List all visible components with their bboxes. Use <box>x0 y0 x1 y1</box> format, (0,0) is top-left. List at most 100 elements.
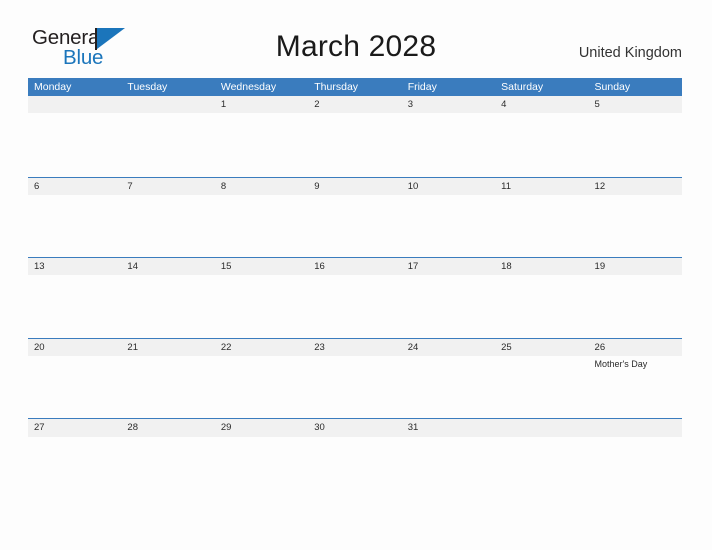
day-number: 18 <box>501 261 512 272</box>
day-number <box>501 419 588 436</box>
day-number: 23 <box>314 341 325 353</box>
day-cell[interactable]: 4 <box>495 96 588 176</box>
day-number: 16 <box>314 261 325 272</box>
day-cell[interactable] <box>121 96 214 176</box>
calendar-week-row: 27 28 29 30 31 <box>28 418 682 499</box>
weekday-header-monday: Monday <box>34 81 72 93</box>
day-cell[interactable]: 20 <box>28 339 121 419</box>
day-cell[interactable]: 22 <box>215 339 308 419</box>
day-number <box>127 96 214 113</box>
day-events <box>595 275 682 277</box>
day-cell[interactable]: 2 <box>308 96 401 176</box>
day-number <box>595 419 682 436</box>
day-cell[interactable]: 23 <box>308 339 401 419</box>
day-number: 5 <box>594 99 600 110</box>
day-cell[interactable]: 7 <box>121 178 214 258</box>
day-events <box>408 436 495 438</box>
day-number: 24 <box>407 341 419 353</box>
day-events: Mother's Day <box>595 356 682 370</box>
day-cell[interactable]: 14 <box>121 258 214 338</box>
day-events <box>221 436 308 438</box>
weekday-header-tuesday: Tuesday <box>127 81 168 93</box>
day-events <box>127 275 214 277</box>
day-number: 11 <box>501 180 511 192</box>
day-events <box>314 356 401 358</box>
day-cell[interactable]: 10 <box>402 178 495 258</box>
day-events <box>408 356 495 358</box>
day-number: 31 <box>407 422 419 433</box>
day-events <box>408 113 495 115</box>
calendar-week-row: 1 2 3 4 5 <box>28 96 682 177</box>
day-number: 7 <box>127 180 133 192</box>
day-events <box>127 113 214 115</box>
day-events <box>221 113 308 115</box>
weekday-header-friday: Friday <box>407 81 437 93</box>
calendar-page: General Blue March 2028 United Kingdom M… <box>0 0 712 550</box>
day-number: 13 <box>34 261 45 272</box>
day-cell[interactable] <box>28 96 121 176</box>
day-cell[interactable]: 5 <box>589 96 682 176</box>
day-cell[interactable]: 24 <box>402 339 495 419</box>
day-cell[interactable]: 9 <box>308 178 401 258</box>
day-events <box>314 275 401 277</box>
day-number: 21 <box>127 341 138 353</box>
day-events <box>595 436 682 438</box>
day-number: 9 <box>314 180 320 192</box>
day-events <box>127 356 214 358</box>
day-cell[interactable]: 1 <box>215 96 308 176</box>
day-events <box>408 275 495 277</box>
day-events <box>34 436 121 438</box>
day-number: 14 <box>127 261 138 272</box>
day-number <box>34 96 121 113</box>
day-events <box>221 275 308 277</box>
day-cell[interactable]: 25 <box>495 339 588 419</box>
day-number: 19 <box>594 261 606 272</box>
day-number: 22 <box>220 341 232 353</box>
day-cell[interactable]: 12 <box>589 178 682 258</box>
day-events <box>595 113 682 115</box>
holiday-label: Mother's Day <box>594 358 648 369</box>
day-number: 2 <box>314 99 320 110</box>
weekday-header-thursday: Thursday <box>314 81 359 93</box>
day-cell[interactable]: 15 <box>215 258 308 338</box>
day-cell[interactable] <box>589 419 682 499</box>
weekday-header-sunday: Sunday <box>594 81 631 93</box>
day-number: 1 <box>220 99 227 110</box>
day-number: 10 <box>407 180 419 192</box>
day-events <box>501 356 588 358</box>
day-cell[interactable]: 17 <box>402 258 495 338</box>
day-number: 15 <box>220 261 232 272</box>
weekday-header-wednesday: Wednesday <box>220 81 277 93</box>
day-cell[interactable]: 30 <box>308 419 401 499</box>
day-number: 30 <box>314 422 325 433</box>
day-cell[interactable] <box>495 419 588 499</box>
day-number: 3 <box>407 99 413 110</box>
day-cell[interactable]: 16 <box>308 258 401 338</box>
weekday-header-saturday: Saturday <box>501 81 544 93</box>
day-events <box>501 436 588 438</box>
day-cell[interactable]: 26 Mother's Day <box>589 339 682 419</box>
day-number: 26 <box>594 341 606 353</box>
region-label: United Kingdom <box>578 45 682 61</box>
day-events <box>595 195 682 197</box>
day-events <box>34 356 121 358</box>
day-cell[interactable]: 29 <box>215 419 308 499</box>
day-number: 12 <box>594 180 606 192</box>
day-cell[interactable]: 3 <box>402 96 495 176</box>
day-cell[interactable]: 21 <box>121 339 214 419</box>
day-cell[interactable]: 6 <box>28 178 121 258</box>
day-number: 8 <box>220 180 227 192</box>
day-cell[interactable]: 31 <box>402 419 495 499</box>
day-events <box>34 275 121 277</box>
day-cell[interactable]: 18 <box>495 258 588 338</box>
day-cell[interactable]: 13 <box>28 258 121 338</box>
day-events <box>501 195 588 197</box>
day-cell[interactable]: 8 <box>215 178 308 258</box>
day-cell[interactable]: 28 <box>121 419 214 499</box>
calendar-week-row: 13 14 15 16 17 18 19 <box>28 257 682 338</box>
day-cell[interactable]: 19 <box>589 258 682 338</box>
day-cell[interactable]: 27 <box>28 419 121 499</box>
day-cell[interactable]: 11 <box>495 178 588 258</box>
day-events <box>501 275 588 277</box>
day-events <box>221 356 308 358</box>
